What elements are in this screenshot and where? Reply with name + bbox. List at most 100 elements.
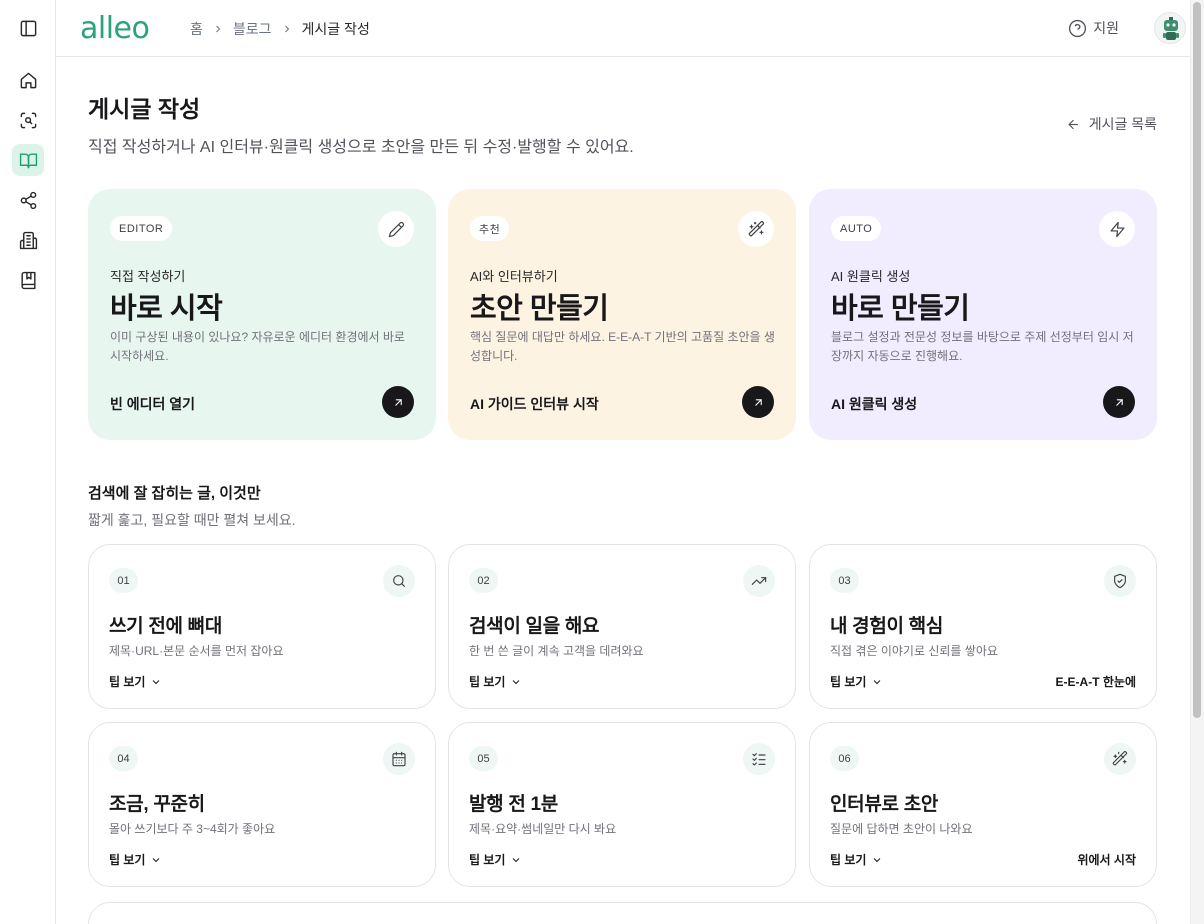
chevron-down-icon (513, 857, 520, 862)
share-icon (20, 191, 36, 209)
card-badge: EDITOR (110, 216, 173, 241)
arrow-up-right-icon[interactable] (742, 386, 774, 418)
card-kicker: AI 원클릭 생성 (831, 269, 911, 284)
tip-expand-button[interactable]: 팁 보기 (830, 851, 883, 868)
tip-card: 05 발행 전 1분 제목·요약·썸네일만 다시 봐요 팁 보기 (448, 722, 796, 887)
eeat-link[interactable]: E-E-A-T 한눈에 (1056, 673, 1136, 690)
chevron-down-icon (874, 857, 881, 862)
card-kicker: AI와 인터뷰하기 (470, 269, 558, 284)
calendar-icon (383, 743, 415, 775)
card-description: 이미 구상된 내용이 있나요? 자유로운 에디터 환경에서 바로 시작하세요. (110, 330, 405, 363)
tip-subtitle: 제목·URL·본문 순서를 먼저 잡아요 (109, 644, 284, 658)
card-badge: AUTO (831, 216, 882, 241)
chevron-down-icon (153, 679, 160, 684)
sidebar-toggle-button[interactable] (12, 12, 44, 44)
tip-number: 05 (469, 746, 498, 771)
tip-card: 06 인터뷰로 초안 질문에 답하면 초안이 나와요 팁 보기 위에서 시작 (809, 722, 1157, 887)
checklist-icon (743, 743, 775, 775)
tip-number: 02 (469, 568, 498, 593)
card-description: 블로그 설정과 전문성 정보를 바탕으로 주제 선정부터 임시 저장까지 자동으… (831, 330, 1134, 363)
tip-title: 인터뷰로 초안 (830, 794, 939, 815)
tip-expand-label: 팁 보기 (469, 853, 506, 867)
search-icon (383, 565, 415, 597)
chevron-down-icon (874, 679, 881, 684)
tip-title: 발행 전 1분 (469, 794, 558, 815)
page-subtitle: 직접 작성하거나 AI 인터뷰·원클릭 생성으로 초안을 만든 뒤 수정·발행할… (88, 139, 634, 156)
chevron-right-icon (212, 23, 224, 35)
tip-expand-label: 팁 보기 (830, 853, 867, 867)
scrollbar-thumb[interactable] (1193, 2, 1201, 718)
sidebar-item-blog[interactable] (12, 144, 44, 176)
tip-number: 04 (109, 746, 138, 771)
sidebar (0, 0, 56, 924)
book-open-icon (19, 152, 37, 168)
tip-expand-button[interactable]: 팁 보기 (830, 673, 883, 690)
tip-card: 04 조금, 꾸준히 몰아 쓰기보다 주 3~4회가 좋아요 팁 보기 (88, 722, 436, 887)
support-button[interactable]: 지원 (1068, 18, 1119, 38)
start-above-link[interactable]: 위에서 시작 (1077, 851, 1136, 868)
arrow-up-right-icon[interactable] (1103, 386, 1135, 418)
back-to-list-link[interactable]: 게시글 목록 (1066, 114, 1157, 134)
robot-avatar-icon (1163, 17, 1179, 40)
sidebar-item-building[interactable] (12, 224, 44, 256)
chevron-right-icon (281, 23, 293, 35)
help-circle-icon (1069, 19, 1087, 37)
sidebar-item-scan[interactable] (12, 104, 44, 136)
sidebar-item-bookmark-book[interactable] (12, 264, 44, 296)
start-ai-interview-button[interactable]: AI 가이드 인터뷰 시작 (470, 394, 599, 414)
scrollbar[interactable] (1190, 0, 1204, 924)
arrow-up-right-icon[interactable] (382, 386, 414, 418)
card-kicker: 직접 작성하기 (110, 269, 186, 284)
tip-title: 내 경험이 핵심 (830, 616, 944, 637)
back-to-list-label: 게시글 목록 (1088, 116, 1157, 132)
editor-card[interactable]: EDITOR 직접 작성하기 바로 시작 이미 구상된 내용이 있나요? 자유로… (88, 189, 436, 440)
tip-subtitle: 직접 겪은 이야기로 신뢰를 쌓아요 (830, 644, 998, 658)
tip-expand-button[interactable]: 팁 보기 (109, 851, 162, 868)
tips-section-subtitle: 짧게 훑고, 필요할 때만 펼쳐 보세요. (88, 512, 296, 528)
trending-up-icon (743, 565, 775, 597)
home-icon (20, 72, 36, 88)
next-section-card (88, 902, 1157, 924)
tip-expand-button[interactable]: 팁 보기 (469, 851, 522, 868)
tip-title: 쓰기 전에 뼈대 (109, 616, 223, 637)
tips-section-title: 검색에 잘 잡히는 글, 이것만 (88, 485, 261, 502)
tip-expand-button[interactable]: 팁 보기 (469, 673, 522, 690)
tip-number: 03 (830, 568, 859, 593)
ai-interview-card[interactable]: 추천 AI와 인터뷰하기 초안 만들기 핵심 질문에 대답만 하세요. E-E-… (448, 189, 796, 440)
app-logo[interactable]: alleo (80, 11, 150, 46)
tip-title: 조금, 꾸준히 (109, 794, 205, 815)
breadcrumb: 홈 블로그 게시글 작성 (190, 19, 370, 39)
magic-wand-icon (1104, 743, 1136, 775)
ai-oneclick-button[interactable]: AI 원클릭 생성 (831, 394, 917, 414)
sidebar-item-home[interactable] (12, 64, 44, 96)
sidebar-item-share[interactable] (12, 184, 44, 216)
tip-card: 02 검색이 일을 해요 한 번 쓴 글이 계속 고객을 데려와요 팁 보기 (448, 544, 796, 709)
create-options: EDITOR 직접 작성하기 바로 시작 이미 구상된 내용이 있나요? 자유로… (88, 189, 1157, 440)
tip-expand-label: 팁 보기 (830, 675, 867, 689)
page-title: 게시글 작성 (88, 96, 201, 122)
card-headline: 초안 만들기 (470, 293, 609, 325)
tip-expand-button[interactable]: 팁 보기 (109, 673, 162, 690)
sidebar-panel-icon (20, 20, 36, 36)
card-headline: 바로 만들기 (831, 293, 970, 325)
arrow-left-icon (1068, 119, 1078, 129)
tip-expand-label: 팁 보기 (109, 675, 146, 689)
pencil-icon (378, 211, 414, 247)
card-description: 핵심 질문에 대답만 하세요. E-E-A-T 기반의 고품질 초안을 생성합니… (470, 330, 775, 363)
avatar[interactable] (1154, 12, 1186, 44)
tip-card: 03 내 경험이 핵심 직접 겪은 이야기로 신뢰를 쌓아요 팁 보기 E-E-… (809, 544, 1157, 709)
card-headline: 바로 시작 (110, 293, 223, 325)
breadcrumb-home[interactable]: 홈 (190, 19, 203, 39)
ai-oneclick-card[interactable]: AUTO AI 원클릭 생성 바로 만들기 블로그 설정과 전문성 정보를 바탕… (809, 189, 1157, 440)
tip-subtitle: 한 번 쓴 글이 계속 고객을 데려와요 (469, 644, 644, 658)
open-editor-button[interactable]: 빈 에디터 열기 (110, 394, 195, 414)
tip-title: 검색이 일을 해요 (469, 616, 600, 637)
book-bookmark-icon (20, 271, 36, 289)
card-badge: 추천 (470, 216, 510, 241)
shield-check-icon (1104, 565, 1136, 597)
chevron-down-icon (153, 857, 160, 862)
breadcrumb-blog[interactable]: 블로그 (233, 19, 272, 39)
tip-expand-label: 팁 보기 (469, 675, 506, 689)
tip-subtitle: 제목·요약·썸네일만 다시 봐요 (469, 822, 617, 836)
tip-subtitle: 질문에 답하면 초안이 나와요 (830, 822, 973, 836)
